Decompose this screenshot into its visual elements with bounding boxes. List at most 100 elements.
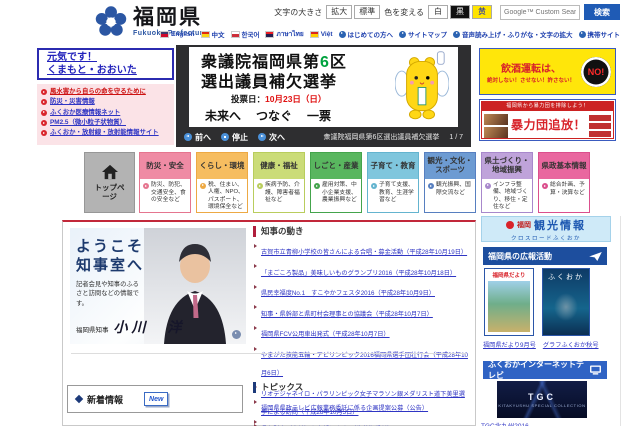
arrow-circle-icon	[453, 30, 460, 38]
magazine-fukuoka-title: ふくおか	[548, 273, 584, 281]
dayori-issue-link[interactable]: 福岡県だより9月号	[483, 340, 536, 349]
vote-date: 投票日：10月23日（日）	[231, 94, 327, 104]
nav-tab[interactable]: しごと・産業 雇用対策、中小企業支援、農業振興など	[310, 152, 362, 213]
tgc-title: TGC	[528, 391, 556, 402]
magazine-cover-dayori[interactable]: 福岡県だより	[484, 268, 534, 336]
language-link[interactable]: English	[160, 30, 195, 38]
governor-move-link[interactable]: 「まごころ製品」美味しいものグランプリ2016（平成28年10月18日）	[261, 270, 456, 277]
page: 福岡県 Fukuoka Prefecture 文字の大きさ 拡大 標準 色を変える…	[0, 0, 640, 426]
governor-welcome-line2: 知事室へ	[76, 258, 145, 274]
gang-eradication-banner[interactable]: 福岡県から暴力団を排除しよう！ 暴力団追放！	[479, 99, 616, 141]
emergency-link[interactable]: 風水害から自らの命を守るために	[41, 88, 172, 95]
kumamoto-oita-banner[interactable]: 元気です！ くまもと・おおいた	[37, 48, 174, 80]
header-utility-links: はじめての方へ サイトマップ 音声読み上げ・ふりがな・文字の拡大 携帯サイト	[338, 29, 620, 39]
font-size-button[interactable]: 拡大	[326, 5, 353, 19]
arrow-circle-icon	[143, 183, 149, 189]
emergency-link[interactable]: 防災・災害情報	[41, 98, 172, 106]
header-utility-link[interactable]: サイトマップ	[399, 29, 447, 39]
gang-banner-tagline: 福岡県から暴力団を排除しよう！	[482, 102, 613, 111]
arrow-circle-icon	[428, 183, 434, 189]
header-utility-link[interactable]: 音声読み上げ・ふりがな・文字の拡大	[453, 29, 573, 39]
bullet-arrow-icon	[41, 109, 47, 116]
main-carousel: 衆議院福岡県第6区 選出議員補欠選挙 投票日：10月23日（日） 未来へ つなぐ一…	[176, 45, 471, 147]
gang-banner-photos	[484, 114, 508, 138]
language-bar: English 中文 한국어 ภาษาไทย Việt はじめての方へ サイトマ…	[160, 29, 620, 39]
tgc-subtitle: KITAKYUSHU SPECIAL COLLECTION	[498, 402, 586, 408]
search-input[interactable]	[500, 4, 580, 20]
list-item: 福岡県県政テレビ広報業務委託に係る企画提案公募（公告）	[253, 397, 469, 415]
arrow-circle-icon	[578, 30, 586, 38]
font-size-buttons: 拡大 標準	[326, 5, 381, 19]
nav-tab[interactable]: 子育て・教育 子育て支援、教育、生涯学習など	[367, 152, 419, 213]
arrow-circle-icon	[542, 183, 548, 189]
home-icon	[101, 164, 118, 180]
governor-move-link[interactable]: 古賀市立青柳小学校の皆さんによる合唱・募金活動（平成28年10月19日）	[261, 249, 467, 256]
tgc-video-thumbnail[interactable]: TGC KITAKYUSHU SPECIAL COLLECTION	[497, 381, 587, 418]
carousel-slide-election[interactable]: 衆議院福岡県第6区 選出議員補欠選挙 投票日：10月23日（日） 未来へ つなぐ一…	[189, 47, 458, 127]
carousel-next-button[interactable]: 次へ	[258, 132, 285, 143]
color-scheme-button[interactable]: 黄	[472, 5, 492, 19]
color-scheme-button[interactable]: 白	[428, 5, 448, 19]
nav-tab[interactable]: 防災・安全 防災、防犯、交通安全、食の安全など	[139, 152, 191, 213]
internet-tv-header: ふくおかインターネットテレビ	[483, 360, 607, 380]
header-utility-link[interactable]: はじめての方へ	[338, 29, 393, 39]
fukuoka-flower-icon	[95, 6, 127, 36]
color-scheme-button[interactable]: 黒	[450, 5, 470, 19]
carousel-stop-button[interactable]: 停止	[221, 132, 248, 143]
list-item: 「まごころ製品」美味しいものグランプリ2016（平成28年10月18日）	[253, 262, 469, 280]
tourism-banner-pre: 福岡	[517, 221, 531, 229]
arrow-circle-icon	[485, 182, 491, 189]
new-info-label: 新着情報	[87, 394, 124, 405]
arrow-circle-icon	[232, 330, 241, 339]
flag-icon	[160, 30, 170, 38]
governor-room-panel[interactable]: ようこそ 知事室へ 記者会見や知事のふるさと訪問などの情報です。 福岡県知事 小…	[70, 228, 246, 344]
nav-tab[interactable]: 健康・福祉 疾病予防、介護、障害者福祉など	[253, 152, 305, 213]
emergency-link[interactable]: ふくおか・放射線・放射能情報サイト	[41, 129, 172, 137]
font-size-button[interactable]: 標準	[354, 5, 381, 19]
governor-move-link[interactable]: 県民幸福度No.1 すこやかフェスタ2016（平成28年10月9日）	[261, 290, 435, 297]
list-item: 知事・県幹部と県町村会理事との協議会（平成28年10月7日）	[253, 303, 469, 321]
tourism-banner[interactable]: 福岡 観光情報 クロスロードふくおか	[481, 216, 611, 242]
main-content-box: ようこそ 知事室へ 記者会見や知事のふるさと訪問などの情報です。 福岡県知事 小…	[62, 220, 476, 426]
emergency-link[interactable]: PM2.5（微小粒子状物質）	[41, 119, 172, 127]
nav-tab[interactable]: 県土づくり・地域振興 インフラ整備、地域づくり、移住・定住など	[481, 152, 533, 213]
topic-link[interactable]: 福岡県県政テレビ広報業務委託に係る企画提案公募（公告）	[261, 405, 428, 412]
no-steering-wheel-icon: NO!	[581, 56, 611, 87]
nav-tab[interactable]: 観光・文化・スポーツ 観光振興、国際交流など	[424, 152, 476, 213]
utility-bar: 文字の大きさ 拡大標準 色を変える 白黒黄 検索	[274, 4, 620, 20]
bullet-arrow-icon	[41, 130, 47, 137]
governor-move-link[interactable]: 知事・県幹部と県町村会理事との協議会（平成28年10月7日）	[261, 311, 433, 318]
nav-tab-home[interactable]: トップページ	[84, 152, 135, 213]
language-link[interactable]: 中文	[200, 29, 225, 39]
governor-move-link[interactable]: 福岡県FCV公用車出発式（平成28年10月7日）	[261, 331, 390, 338]
governor-title: 福岡県知事	[76, 327, 109, 334]
main-navigation: 防災・安全 防災、防犯、交通安全、食の安全など くらし・環境 税、住まい、人権、…	[139, 152, 590, 213]
kumamoto-banner-line2: くまもと・おおいた	[47, 65, 137, 76]
tgc-video-link[interactable]: TGC北九州2016	[481, 420, 529, 426]
header-utility-link[interactable]: 携帯サイト	[578, 29, 620, 39]
color-scheme-buttons: 白黒黄	[428, 5, 492, 19]
new-info-box[interactable]: 新着情報 New	[67, 385, 243, 413]
nav-tab[interactable]: くらし・環境 税、住まい、人権、NPO、パスポート、環境保全など	[196, 152, 248, 213]
topics-list: 福岡県県政テレビ広報業務委託に係る企画提案公募（公告） 県有財産（土地）を売却しま…	[253, 397, 469, 426]
list-item: 福岡県FCV公用車出発式（平成28年10月7日）	[253, 323, 469, 341]
emergency-link[interactable]: ふくおか医療情報ネット	[41, 109, 172, 116]
language-link[interactable]: 한국어	[230, 29, 259, 39]
language-link[interactable]: ภาษาไทย	[265, 29, 304, 39]
bullet-arrow-icon	[41, 120, 47, 127]
carousel-prev-button[interactable]: 前へ	[184, 132, 211, 143]
nav-tab[interactable]: 県政基本情報 総合計画、予算・決算など	[538, 152, 590, 213]
language-links: English 中文 한국어 ภาษาไทย Việt	[160, 29, 333, 39]
arrow-circle-icon	[314, 183, 320, 189]
graph-issue-link[interactable]: グラフふくおか秋号	[543, 340, 599, 349]
drunk-driving-banner[interactable]: 飲酒運転は、 絶対しない！させない！許さない！ NO!	[479, 48, 616, 95]
governor-move-link[interactable]: やまがた技能五輪・アビリンピック2016福岡県選手団壮行会（平成28年10月6日…	[261, 352, 468, 377]
tv-icon	[590, 365, 601, 375]
arrow-circle-icon	[257, 183, 263, 189]
arrow-circle-icon	[371, 183, 377, 189]
flag-icon	[309, 30, 319, 38]
search-button[interactable]: 検索	[584, 4, 620, 20]
list-item: 古賀市立青柳小学校の皆さんによる合唱・募金活動（平成28年10月19日）	[253, 241, 469, 259]
language-link[interactable]: Việt	[309, 30, 333, 38]
magazine-cover-fukuoka[interactable]: ふくおか	[542, 268, 590, 336]
